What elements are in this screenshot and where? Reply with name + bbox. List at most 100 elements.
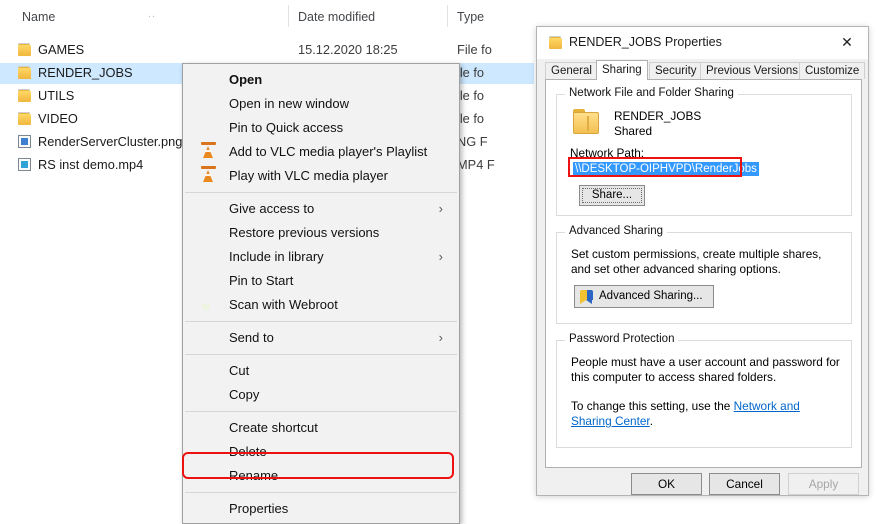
menu-item-label: Restore previous versions [229, 225, 380, 240]
column-header-ellipsis: .. [148, 8, 157, 20]
dialog-title-bar[interactable]: RENDER_JOBS Properties ✕ [537, 27, 868, 59]
menu-item-label: Delete [229, 444, 267, 459]
close-icon[interactable]: ✕ [826, 27, 868, 57]
ok-button[interactable]: OK [631, 473, 702, 495]
folder-icon [18, 89, 33, 103]
menu-item-open[interactable]: Open [183, 68, 459, 92]
menu-item-label: Pin to Quick access [229, 120, 344, 135]
menu-item-include-in-library[interactable]: Include in library › [183, 245, 459, 269]
shared-folder-name: RENDER_JOBS [614, 109, 702, 123]
menu-item-label: Play with VLC media player [229, 168, 388, 183]
menu-item-restore-previous-versions[interactable]: Restore previous versions [183, 221, 459, 245]
menu-item-label: Open [229, 72, 263, 87]
setting-line-prefix: To change this setting, use the [571, 399, 734, 413]
menu-item-label: Open in new window [229, 96, 349, 111]
menu-item-label: Rename [229, 468, 279, 483]
menu-item-create-shortcut[interactable]: Create shortcut [183, 416, 459, 440]
menu-separator [185, 321, 457, 322]
tab-general[interactable]: General [545, 62, 598, 79]
menu-item-pin-to-quick-access[interactable]: Pin to Quick access [183, 116, 459, 140]
file-name: RenderServerCluster.png [38, 134, 183, 149]
column-header-type[interactable]: Type [457, 10, 484, 24]
menu-item-label: Copy [229, 387, 260, 402]
menu-separator [185, 354, 457, 355]
apply-button: Apply [788, 473, 859, 495]
group-legend: Advanced Sharing [565, 225, 667, 237]
png-file-icon [18, 135, 33, 149]
file-date-modified: 15.12.2020 18:25 [298, 42, 398, 57]
menu-item-give-access-to[interactable]: Give access to › [183, 197, 459, 221]
file-name: RS inst demo.mp4 [38, 157, 144, 172]
menu-item-delete[interactable]: Delete [183, 440, 459, 464]
mp4-file-icon [18, 158, 33, 172]
folder-icon [573, 109, 601, 135]
share-button[interactable]: Share... [579, 185, 645, 206]
folder-icon [18, 43, 33, 57]
menu-item-label: Create shortcut [229, 420, 318, 435]
menu-item-open-in-new-window[interactable]: Open in new window [183, 92, 459, 116]
column-header-name[interactable]: Name [22, 10, 55, 24]
file-type: MP4 F [457, 157, 495, 172]
advanced-sharing-button[interactable]: Advanced Sharing... [574, 285, 714, 308]
file-name: VIDEO [38, 111, 78, 126]
advanced-sharing-button-label: Advanced Sharing... [599, 290, 703, 302]
menu-item-rename[interactable]: Rename [183, 464, 459, 488]
password-protection-setting-line: To change this setting, use the Network … [571, 399, 843, 429]
file-type: NG F [457, 134, 488, 149]
table-row[interactable]: GAMES 15.12.2020 18:25 File fo [0, 40, 534, 61]
column-divider-name-date[interactable] [288, 5, 289, 27]
file-type: ile fo [457, 111, 485, 126]
menu-item-send-to[interactable]: Send to › [183, 326, 459, 350]
file-name: UTILS [38, 88, 75, 103]
sharing-tab-panel: Network File and Folder Sharing RENDER_J… [545, 79, 862, 468]
chevron-right-icon: › [438, 330, 443, 345]
group-legend: Network File and Folder Sharing [565, 87, 738, 99]
group-legend: Password Protection [565, 333, 679, 345]
file-name: GAMES [38, 42, 85, 57]
menu-item-scan-with-webroot[interactable]: Scan with Webroot [183, 293, 459, 317]
menu-item-label: Cut [229, 363, 250, 378]
menu-item-copy[interactable]: Copy [183, 383, 459, 407]
network-path-value[interactable]: \\DESKTOP-OIPHVPD\RenderJobs [573, 162, 759, 176]
advanced-sharing-description: Set custom permissions, create multiple … [571, 247, 822, 276]
file-type: File fo [457, 42, 492, 57]
menu-item-label: Add to VLC media player's Playlist [229, 144, 428, 159]
vlc-icon [201, 142, 216, 160]
tab-customize[interactable]: Customize [799, 62, 866, 79]
network-path-label: Network Path: [570, 146, 645, 160]
menu-item-properties[interactable]: Properties [183, 497, 459, 521]
context-menu: Open Open in new window Pin to Quick acc… [182, 63, 460, 524]
tab-security[interactable]: Security [649, 62, 703, 79]
menu-item-add-to-vlc-playlist[interactable]: Add to VLC media player's Playlist [183, 140, 459, 164]
menu-item-label: Pin to Start [229, 273, 294, 288]
menu-item-label: Properties [229, 501, 289, 516]
menu-item-play-with-vlc[interactable]: Play with VLC media player [183, 164, 459, 188]
menu-item-label: Send to [229, 330, 274, 345]
tab-sharing[interactable]: Sharing [596, 60, 648, 80]
file-name: RENDER_JOBS [38, 65, 133, 80]
vlc-icon [201, 166, 216, 184]
column-divider-date-type[interactable] [447, 5, 448, 27]
folder-icon [18, 66, 33, 80]
network-sharing-group: Network File and Folder Sharing RENDER_J… [556, 87, 852, 216]
menu-separator [185, 411, 457, 412]
password-protection-description: People must have a user account and pass… [571, 355, 840, 384]
dialog-title: RENDER_JOBS Properties [569, 35, 722, 49]
file-type: ile fo [457, 65, 485, 80]
cancel-button[interactable]: Cancel [709, 473, 780, 495]
folder-icon [18, 112, 33, 126]
column-header-date-modified[interactable]: Date modified [298, 10, 375, 24]
file-type: ile fo [457, 88, 485, 103]
dialog-tab-strip: General Sharing Security Previous Versio… [545, 60, 866, 80]
folder-icon [549, 36, 562, 49]
menu-item-label: Give access to [229, 201, 315, 216]
tab-previous-versions[interactable]: Previous Versions [700, 62, 805, 79]
webroot-icon [201, 298, 216, 313]
menu-item-pin-to-start[interactable]: Pin to Start [183, 269, 459, 293]
password-protection-group: Password Protection People must have a u… [556, 333, 852, 448]
column-header-row: Name Date modified Type .. [0, 0, 534, 32]
shared-folder-state: Shared [614, 124, 653, 138]
menu-item-label: Include in library [229, 249, 324, 264]
menu-item-cut[interactable]: Cut [183, 359, 459, 383]
advanced-sharing-group: Advanced Sharing Set custom permissions,… [556, 225, 852, 324]
